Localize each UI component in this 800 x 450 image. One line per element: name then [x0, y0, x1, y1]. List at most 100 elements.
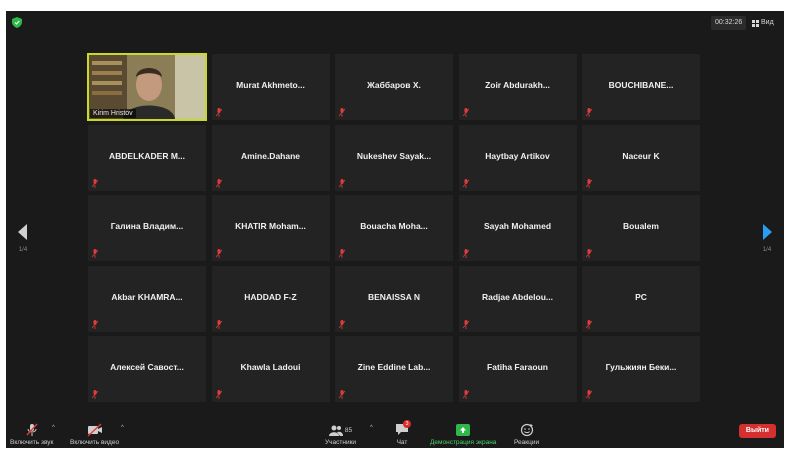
muted-mic-icon	[92, 249, 98, 258]
chat-unread-badge: 3	[403, 420, 411, 428]
participant-tile[interactable]: Haytbay Artikov	[458, 124, 577, 191]
participants-icon-group: 85	[325, 423, 356, 437]
chat-icon-wrap: 3	[394, 420, 411, 437]
participant-tile[interactable]: Nukeshev Sayak...	[335, 124, 453, 191]
participant-tile[interactable]: Radjae Abdelou...	[458, 265, 577, 332]
participant-name: Zine Eddine Lab...	[357, 362, 431, 372]
muted-mic-icon	[339, 319, 345, 329]
participant-name: Гульжиян Беки...	[605, 362, 677, 372]
page-indicator-right: 1/4	[762, 247, 772, 253]
meeting-timer: 00:32:26	[711, 16, 747, 30]
participant-tile[interactable]: Zoir Abdurakh...	[458, 54, 577, 120]
participant-name: Boualem	[623, 221, 659, 231]
participant-tile[interactable]: Khawla Ladoui	[211, 336, 330, 402]
muted-mic-icon	[92, 178, 98, 188]
view-button[interactable]: Вид	[752, 16, 774, 30]
participant-tile[interactable]: Murat Akhmeto...	[211, 54, 330, 120]
participant-tile[interactable]: Жаббаров Х.	[335, 54, 453, 120]
share-screen-button[interactable]: Демонстрация экрана	[430, 423, 496, 446]
participant-name: PC	[635, 291, 647, 302]
muted-mic-icon	[339, 178, 345, 188]
muted-mic-icon	[215, 178, 222, 188]
zoom-meeting-window: 00:32:26 Вид 1/4 1/4 Kirim Hristov Murat …	[6, 11, 784, 448]
start-video-button[interactable]: Включить видео	[70, 423, 119, 446]
muted-microphone-icon	[26, 423, 38, 436]
muted-mic-icon	[586, 319, 592, 329]
muted-mic-icon	[462, 390, 469, 399]
participant-name: Murat Akhmeto...	[236, 80, 305, 90]
muted-mic-icon	[339, 108, 345, 117]
participant-name: Zoir Abdurakh...	[485, 80, 550, 90]
participant-name: Kirim Hristov	[90, 109, 136, 118]
participant-name: Radjae Abdelou...	[481, 291, 553, 302]
top-bar: 00:32:26 Вид	[6, 11, 784, 35]
share-screen-icon	[456, 424, 471, 436]
muted-mic-icon	[215, 319, 222, 329]
muted-mic-icon	[462, 108, 469, 117]
participant-tile[interactable]: Zine Eddine Lab...	[335, 336, 453, 402]
previous-page-arrow-icon[interactable]	[16, 223, 30, 241]
participant-tile[interactable]: Boualem	[582, 195, 700, 261]
muted-mic-icon	[215, 390, 222, 399]
participant-tile[interactable]: Fatiha Faraoun	[458, 336, 577, 402]
participants-icon	[328, 425, 343, 436]
participant-grid: Kirim Hristov Murat Akhmeto... Жаббаров Х.…	[87, 53, 700, 402]
unmute-button[interactable]: Включить звук	[10, 423, 53, 446]
participant-name: Алексей Савост...	[110, 362, 184, 372]
participant-tile[interactable]: Bouacha Moha...	[335, 195, 453, 261]
participant-tile[interactable]: KHATIR Moham...	[211, 195, 330, 261]
muted-mic-icon	[215, 249, 222, 258]
chat-label: Чат	[396, 439, 408, 446]
participant-name: Nukeshev Sayak...	[356, 150, 432, 161]
participant-name: Fatiha Faraoun	[487, 362, 548, 372]
participant-name: ABDELKADER M...	[108, 150, 186, 161]
video-options-caret-icon[interactable]: ^	[121, 425, 124, 431]
muted-mic-icon	[586, 249, 592, 258]
muted-mic-icon	[586, 390, 592, 399]
share-screen-label: Демонстрация экрана	[430, 439, 497, 446]
reactions-button[interactable]: Реакции	[514, 423, 539, 446]
meeting-toolbar: Включить звук ^ Включить видео ^ 85 Учас…	[6, 412, 784, 448]
participant-tile[interactable]: Amine.Dahane	[211, 124, 330, 191]
muted-mic-icon	[92, 319, 98, 329]
participant-name: Amine.Dahane	[240, 150, 301, 161]
participants-button[interactable]: 85 Участники	[325, 423, 356, 446]
participant-tile[interactable]: PC	[582, 265, 700, 332]
next-page-arrow-icon[interactable]	[760, 223, 774, 241]
chat-button[interactable]: 3 Чат	[394, 420, 411, 446]
participant-name: Галина Владим...	[110, 221, 184, 231]
participant-name: Sayah Mohamed	[483, 221, 552, 231]
muted-mic-icon	[339, 249, 345, 258]
video-off-icon	[87, 423, 102, 437]
grid-view-icon	[752, 19, 759, 27]
participant-tile[interactable]: Галина Владим...	[88, 195, 206, 261]
reactions-smiley-icon	[520, 423, 533, 437]
leave-meeting-button[interactable]: Выйти	[738, 424, 776, 438]
muted-mic-icon	[586, 108, 592, 117]
muted-mic-icon	[462, 249, 469, 258]
participant-tile[interactable]: Kirim Hristov	[87, 53, 207, 121]
muted-mic-icon	[462, 178, 469, 188]
participant-tile[interactable]: BENAISSA N	[335, 265, 453, 332]
participant-name: KHATIR Moham...	[235, 221, 306, 231]
page-indicator-left: 1/4	[18, 247, 28, 253]
reactions-label: Реакции	[514, 439, 540, 446]
muted-mic-icon	[462, 319, 469, 329]
participant-tile[interactable]: Алексей Савост...	[88, 336, 206, 402]
participant-name: Haytbay Artikov	[485, 150, 550, 161]
participant-tile[interactable]: ABDELKADER M...	[88, 124, 206, 191]
participant-tile[interactable]: Sayah Mohamed	[458, 195, 577, 261]
participant-tile[interactable]: HADDAD F-Z	[211, 265, 330, 332]
participant-tile[interactable]: BOUCHIBANE...	[582, 54, 700, 120]
security-shield-icon[interactable]	[12, 17, 22, 28]
audio-options-caret-icon[interactable]: ^	[52, 425, 55, 431]
participant-tile[interactable]: Akbar KHAMRA...	[88, 265, 206, 332]
view-label: Вид	[761, 19, 774, 26]
participant-name: Khawla Ladoui	[240, 362, 301, 372]
muted-mic-icon	[215, 108, 222, 117]
participants-options-caret-icon[interactable]: ^	[370, 425, 373, 431]
participant-tile[interactable]: Naceur K	[582, 124, 700, 191]
muted-mic-icon	[92, 390, 98, 399]
participant-tile[interactable]: Гульжиян Беки...	[582, 336, 700, 402]
participant-name: Жаббаров Х.	[367, 80, 421, 90]
